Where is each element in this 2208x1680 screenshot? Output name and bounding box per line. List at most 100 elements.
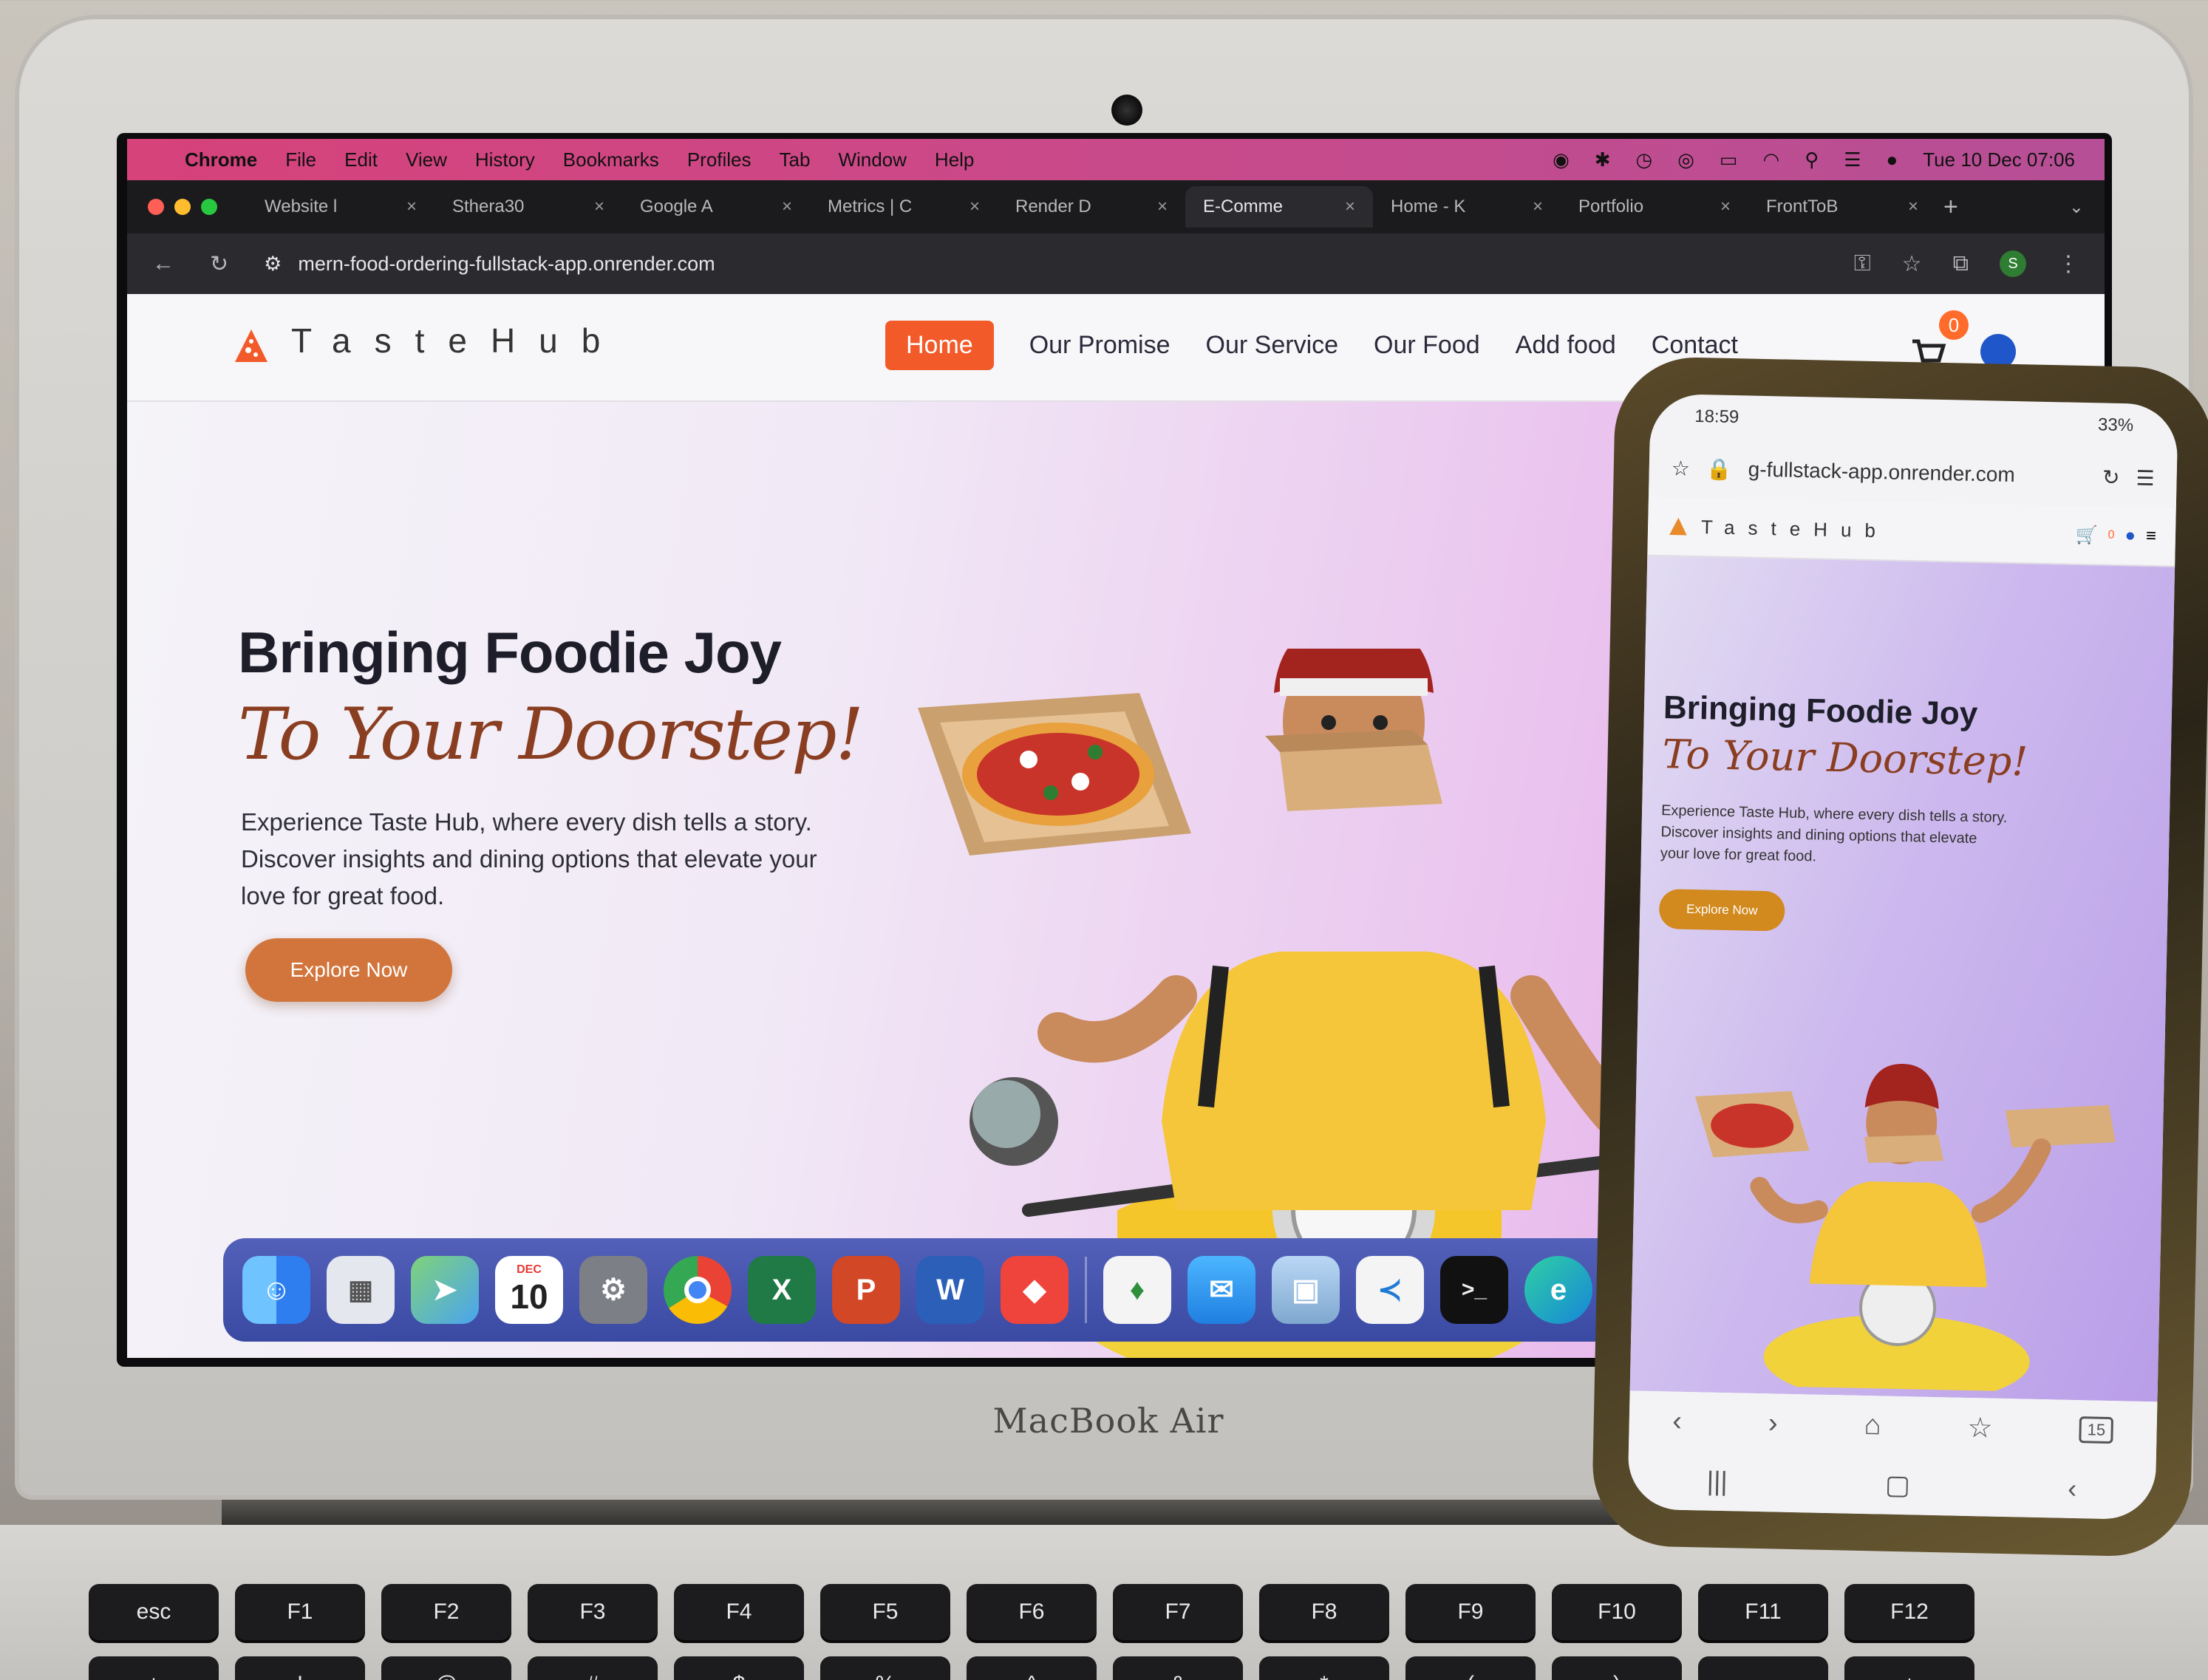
tab[interactable]: Website l × <box>247 186 435 228</box>
fullscreen-window-button[interactable] <box>201 199 217 215</box>
key-f8[interactable]: F8 <box>1259 1584 1389 1640</box>
phone-cart-icon[interactable]: 🛒 <box>2075 524 2097 546</box>
nav-our-service[interactable]: Our Service <box>1206 331 1339 360</box>
menubar-datetime[interactable]: Tue 10 Dec 07:06 <box>1923 148 2075 171</box>
close-tab-icon[interactable]: × <box>594 197 604 217</box>
phone-user-icon[interactable]: ● <box>2124 525 2136 546</box>
key-minus[interactable]: – <box>1698 1656 1828 1680</box>
phone-tabs-icon[interactable]: 15 <box>2079 1416 2114 1444</box>
recent-apps-icon[interactable]: ||| <box>1706 1466 1728 1498</box>
airdrop-icon[interactable]: ◎ <box>1677 148 1694 171</box>
menu-edit[interactable]: Edit <box>344 148 378 171</box>
nav-home[interactable]: Home <box>885 321 994 370</box>
time-machine-icon[interactable]: ◷ <box>1636 148 1653 171</box>
close-tab-icon[interactable]: × <box>1908 197 1918 217</box>
phone-explore-now-button[interactable]: Explore Now <box>1658 889 1785 932</box>
explore-now-button[interactable]: Explore Now <box>245 938 452 1002</box>
tab[interactable]: Render D × <box>998 186 1185 228</box>
phone-home-icon[interactable]: ⌂ <box>1864 1410 1881 1441</box>
minimize-window-button[interactable] <box>174 199 191 215</box>
phone-reload-icon[interactable]: ↻ <box>2102 465 2120 489</box>
phone-url[interactable]: g-fullstack-app.onrender.com <box>1748 457 2086 488</box>
close-tab-icon[interactable]: × <box>1533 197 1543 217</box>
key-caret[interactable]: ^ <box>967 1656 1097 1680</box>
menu-profiles[interactable]: Profiles <box>687 148 752 171</box>
excel-icon[interactable]: X <box>748 1256 816 1324</box>
menu-view[interactable]: View <box>406 148 447 171</box>
launchpad-icon[interactable]: ▦ <box>327 1256 395 1324</box>
close-tab-icon[interactable]: × <box>970 197 980 217</box>
key-f10[interactable]: F10 <box>1552 1584 1682 1640</box>
phone-hamburger-icon[interactable]: ≡ <box>2146 526 2157 547</box>
key-f1[interactable]: F1 <box>235 1584 365 1640</box>
tab-active[interactable]: E-Comme × <box>1185 186 1373 228</box>
key-f4[interactable]: F4 <box>674 1584 804 1640</box>
phone-forward-icon[interactable]: › <box>1768 1407 1779 1439</box>
site-info-icon[interactable]: ⚙ <box>264 253 282 276</box>
nav-contact[interactable]: Contact <box>1652 331 1738 360</box>
tab[interactable]: Google A × <box>622 186 810 228</box>
menu-window[interactable]: Window <box>838 148 906 171</box>
key-f12[interactable]: F12 <box>1844 1584 1974 1640</box>
nav-our-food[interactable]: Our Food <box>1374 331 1480 360</box>
key-exclaim[interactable]: ! <box>235 1656 365 1680</box>
nav-add-food[interactable]: Add food <box>1516 331 1616 360</box>
nav-our-promise[interactable]: Our Promise <box>1029 331 1171 360</box>
key-f7[interactable]: F7 <box>1113 1584 1243 1640</box>
key-f5[interactable]: F5 <box>820 1584 950 1640</box>
extensions-icon[interactable]: ⧉ <box>1953 251 1969 276</box>
tab-search-icon[interactable]: ⌄ <box>2069 197 2084 218</box>
chrome-icon[interactable] <box>664 1256 732 1324</box>
key-f11[interactable]: F11 <box>1698 1584 1828 1640</box>
pizza-logo-icon[interactable] <box>231 325 272 366</box>
key-at[interactable]: @ <box>381 1656 511 1680</box>
close-window-button[interactable] <box>148 199 164 215</box>
siri-icon[interactable]: ● <box>1887 148 1898 171</box>
key-ampersand[interactable]: & <box>1113 1656 1243 1680</box>
phone-pizza-logo-icon[interactable] <box>1667 515 1690 538</box>
key-hash[interactable]: # <box>528 1656 658 1680</box>
tab[interactable]: Sthera30 × <box>435 186 622 228</box>
edge-icon[interactable]: e <box>1524 1256 1592 1324</box>
new-tab-button[interactable]: + <box>1943 193 1958 222</box>
key-esc[interactable]: esc <box>89 1584 219 1640</box>
tab[interactable]: Metrics | C × <box>810 186 998 228</box>
key-f6[interactable]: F6 <box>967 1584 1097 1640</box>
key-rparen[interactable]: ) <box>1552 1656 1682 1680</box>
key-f2[interactable]: F2 <box>381 1584 511 1640</box>
address-bar[interactable]: ⚙ mern-food-ordering-fullstack-app.onren… <box>264 253 715 276</box>
phone-logo-text[interactable]: TasteHub <box>1701 516 1889 542</box>
menu-help[interactable]: Help <box>935 148 974 171</box>
close-tab-icon[interactable]: × <box>1720 197 1731 217</box>
preview-icon[interactable]: ▣ <box>1272 1256 1340 1324</box>
system-back-icon[interactable]: ‹ <box>2068 1473 2077 1504</box>
status-app-icon[interactable]: ◉ <box>1553 148 1570 171</box>
key-f3[interactable]: F3 <box>528 1584 658 1640</box>
key-lparen[interactable]: ( <box>1405 1656 1536 1680</box>
phone-menu-icon[interactable]: ☰ <box>2136 465 2155 491</box>
search-icon[interactable]: ⚲ <box>1805 148 1819 171</box>
mail-icon[interactable]: ✉ <box>1188 1256 1255 1324</box>
chrome-menu-icon[interactable]: ⋮ <box>2057 251 2079 277</box>
key-plusminus[interactable]: ± <box>89 1656 219 1680</box>
tab[interactable]: Home - K × <box>1373 186 1561 228</box>
menu-history[interactable]: History <box>475 148 535 171</box>
site-logo-text[interactable]: TasteHub <box>291 321 624 361</box>
tab[interactable]: FrontToB × <box>1748 186 1936 228</box>
control-center-icon[interactable]: ☰ <box>1844 148 1861 171</box>
bluetooth-icon[interactable]: ✱ <box>1595 148 1611 171</box>
bookmark-star-icon[interactable]: ☆ <box>1902 251 1922 277</box>
home-button-icon[interactable]: ▢ <box>1885 1469 1911 1501</box>
phone-star-icon[interactable]: ☆ <box>1671 456 1690 481</box>
profile-avatar[interactable]: S <box>2000 250 2026 277</box>
phone-bookmarks-icon[interactable]: ☆ <box>1967 1410 1993 1444</box>
password-key-icon[interactable]: ⚿ <box>1854 251 1871 276</box>
menu-app-name[interactable]: Chrome <box>185 148 257 171</box>
key-asterisk[interactable]: * <box>1259 1656 1389 1680</box>
settings-icon[interactable]: ⚙ <box>579 1256 647 1324</box>
close-tab-icon[interactable]: × <box>782 197 792 217</box>
close-tab-icon[interactable]: × <box>406 197 417 217</box>
vscode-icon[interactable]: ≺ <box>1356 1256 1424 1324</box>
key-percent[interactable]: % <box>820 1656 950 1680</box>
phone-back-icon[interactable]: ‹ <box>1672 1405 1683 1437</box>
